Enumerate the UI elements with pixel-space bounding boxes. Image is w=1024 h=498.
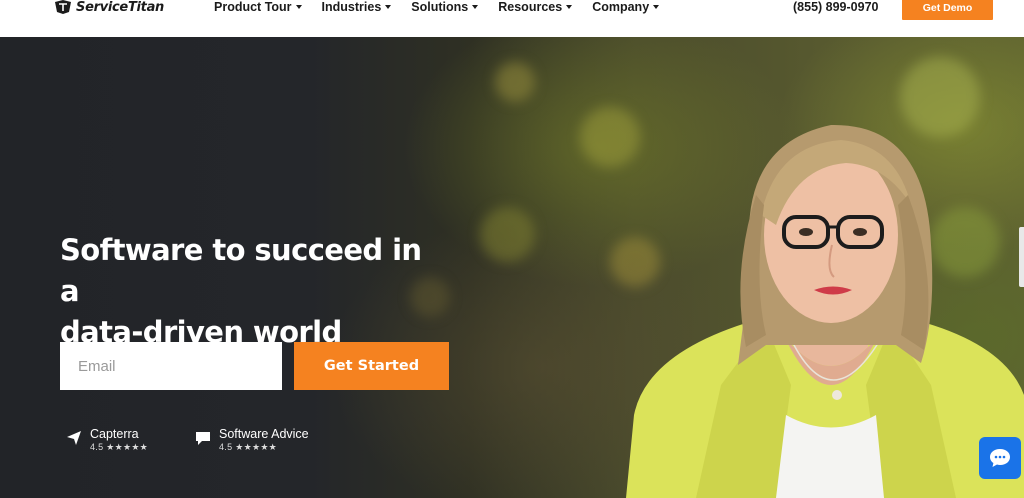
chevron-down-icon — [653, 5, 660, 9]
nav-item-label: Company — [592, 0, 650, 14]
bokeh-light — [495, 62, 535, 102]
chevron-down-icon — [566, 5, 573, 9]
nav-item-label: Industries — [321, 0, 382, 14]
rating-source-name: Software Advice — [219, 427, 309, 441]
main-menu: Product Tour Industries Solutions Resour… — [214, 0, 660, 14]
nav-item-solutions[interactable]: Solutions — [411, 0, 479, 14]
nav-item-product-tour[interactable]: Product Tour — [214, 0, 302, 14]
rating-score: 4.5 ★★★★★ — [90, 442, 149, 452]
top-nav: ServiceTitan Product Tour Industries Sol… — [0, 0, 1024, 37]
hero-section: Software to succeed in a data-driven wor… — [0, 37, 1024, 498]
rating-source-name: Capterra — [90, 427, 139, 441]
nav-item-label: Resources — [498, 0, 563, 14]
side-feedback-tab[interactable] — [1019, 227, 1024, 287]
get-demo-button[interactable]: Get Demo — [902, 0, 993, 20]
email-input[interactable] — [60, 342, 282, 390]
get-started-button[interactable]: Get Started — [294, 342, 449, 390]
chevron-down-icon — [385, 5, 392, 9]
logo-mark-icon — [55, 0, 71, 14]
software-advice-rating-text: Software Advice 4.5 ★★★★★ — [219, 427, 309, 453]
paper-plane-icon — [67, 431, 81, 445]
nav-item-label: Product Tour — [214, 0, 292, 14]
capterra-rating[interactable]: Capterra 4.5 ★★★★★ — [66, 427, 148, 453]
software-advice-rating[interactable]: Software Advice 4.5 ★★★★★ — [195, 427, 309, 453]
chat-widget-button[interactable] — [979, 437, 1021, 479]
hero-headline: Software to succeed in a data-driven wor… — [60, 230, 440, 353]
phone-link[interactable]: (855) 899-0970 — [793, 0, 878, 14]
chat-bubble-icon — [196, 432, 210, 445]
chat-icon — [990, 449, 1010, 467]
nav-item-resources[interactable]: Resources — [498, 0, 573, 14]
nav-item-industries[interactable]: Industries — [322, 0, 392, 14]
chevron-down-icon — [295, 5, 302, 9]
hero-person-image — [626, 124, 1024, 498]
logo-text: ServiceTitan — [76, 0, 165, 15]
servicetitan-logo[interactable]: ServiceTitan — [54, 0, 165, 15]
nav-item-company[interactable]: Company — [592, 0, 660, 14]
chevron-down-icon — [472, 5, 479, 9]
rating-score: 4.5 ★★★★★ — [219, 442, 278, 452]
nav-item-label: Solutions — [411, 0, 469, 14]
bokeh-light — [480, 207, 535, 262]
capterra-rating-text: Capterra 4.5 ★★★★★ — [90, 427, 148, 453]
headline-line-1: Software to succeed in a — [60, 233, 422, 308]
